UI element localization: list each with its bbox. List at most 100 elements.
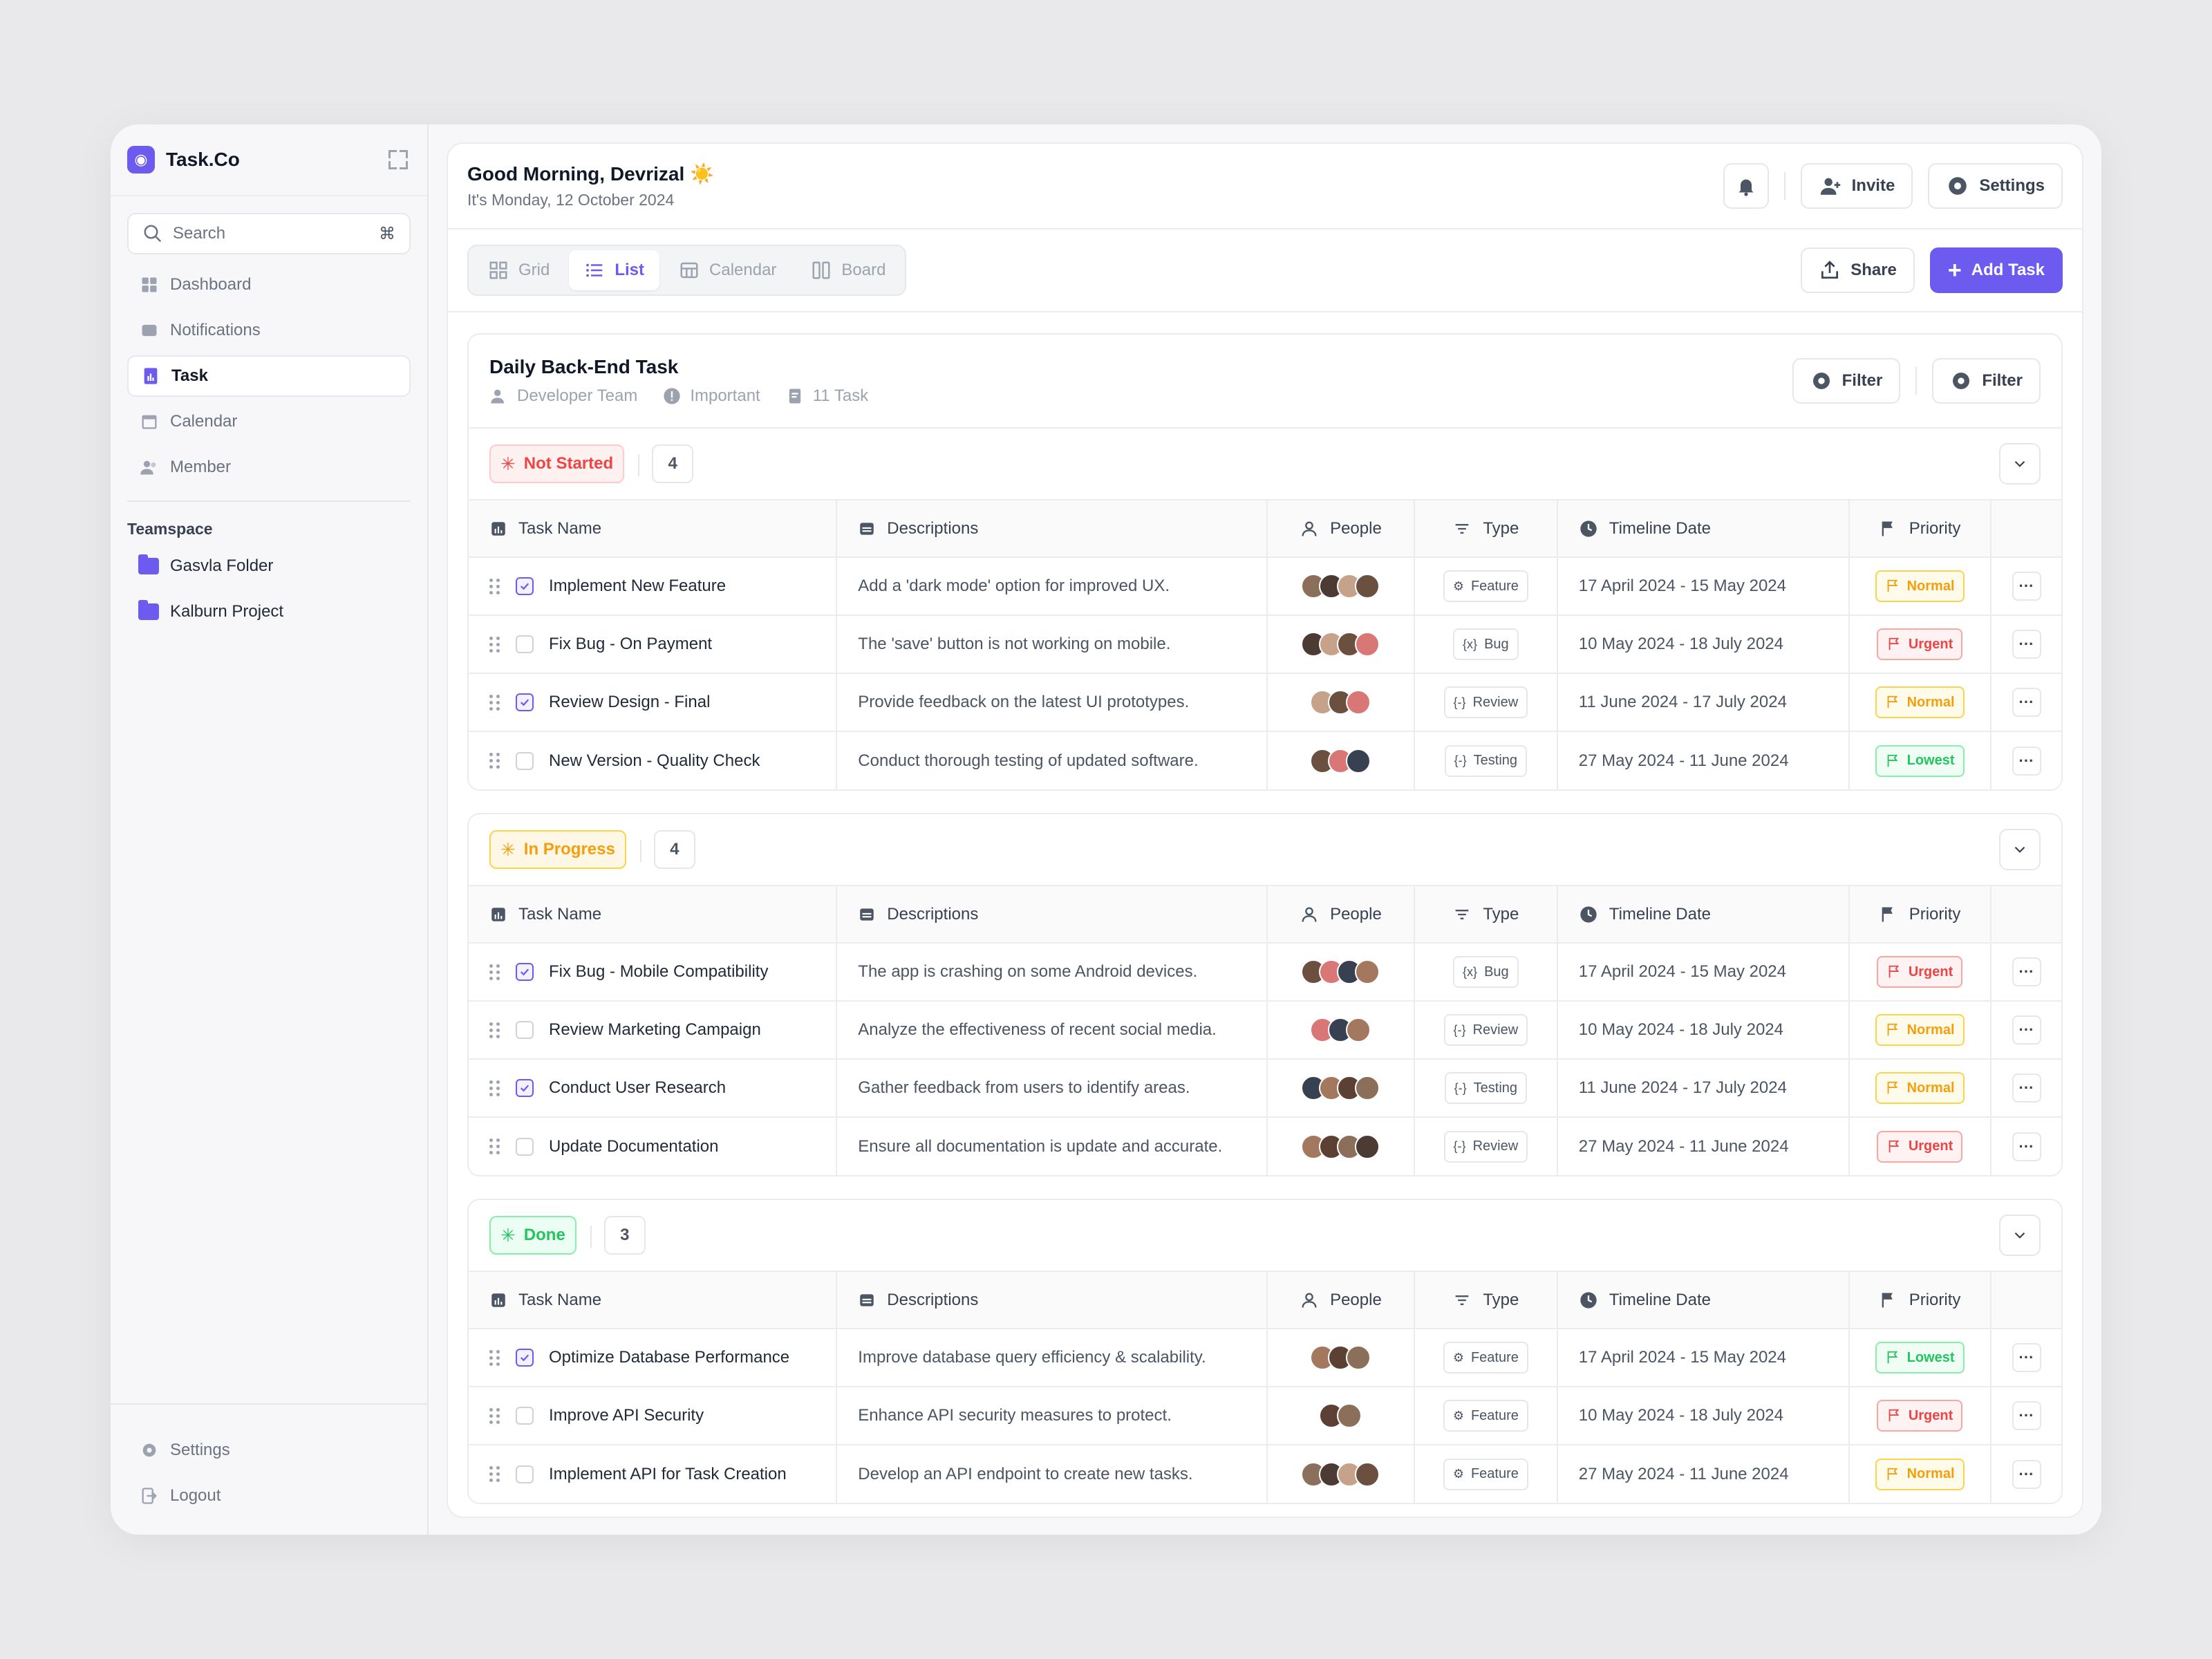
column-header-name[interactable]: Task Name	[469, 1272, 838, 1329]
collapse-button[interactable]	[1999, 1215, 2041, 1256]
sidebar-item-calendar[interactable]: Calendar	[127, 401, 411, 442]
more-options-button[interactable]: ···	[2012, 1074, 2041, 1103]
column-header-timeline[interactable]: Timeline Date	[1557, 1272, 1850, 1329]
share-button[interactable]: Share	[1801, 247, 1915, 293]
task-name[interactable]: Review Marketing Campaign	[549, 1020, 761, 1040]
avatar[interactable]	[1346, 748, 1371, 774]
task-name[interactable]: New Version - Quality Check	[549, 751, 760, 771]
tab-board[interactable]: Board	[796, 250, 901, 290]
column-header-desc[interactable]: Descriptions	[836, 1272, 1268, 1329]
column-header-people[interactable]: People	[1266, 500, 1415, 558]
avatar[interactable]	[1346, 690, 1371, 715]
more-options-button[interactable]: ···	[2012, 1015, 2041, 1044]
task-name[interactable]: Implement New Feature	[549, 577, 726, 596]
notifications-button[interactable]	[1723, 163, 1769, 209]
tab-grid[interactable]: Grid	[473, 250, 565, 290]
column-header-timeline[interactable]: Timeline Date	[1557, 886, 1850, 944]
column-header-type[interactable]: Type	[1414, 886, 1558, 944]
tab-calendar[interactable]: Calendar	[664, 250, 791, 290]
avatar[interactable]	[1355, 1461, 1380, 1487]
column-header-desc[interactable]: Descriptions	[836, 500, 1268, 558]
divider	[1783, 172, 1785, 200]
more-options-button[interactable]: ···	[2012, 1343, 2041, 1372]
drag-handle-icon[interactable]	[489, 964, 500, 980]
column-header-timeline[interactable]: Timeline Date	[1557, 500, 1850, 558]
avatar[interactable]	[1355, 574, 1380, 599]
drag-handle-icon[interactable]	[489, 578, 500, 594]
collapse-button[interactable]	[1999, 443, 2041, 485]
avatar[interactable]	[1346, 1345, 1371, 1370]
drag-handle-icon[interactable]	[489, 636, 500, 653]
task-name[interactable]: Optimize Database Performance	[549, 1348, 789, 1367]
more-options-button[interactable]: ···	[2012, 1459, 2041, 1489]
search-input[interactable]: Search ⌘	[127, 213, 411, 254]
drag-handle-icon[interactable]	[489, 1466, 500, 1482]
invite-button[interactable]: Invite	[1800, 163, 1913, 209]
sidebar-item-member[interactable]: Member	[127, 447, 411, 488]
avatar[interactable]	[1355, 1076, 1380, 1100]
column-header-people[interactable]: People	[1266, 1272, 1415, 1329]
settings-button[interactable]: Settings	[1928, 163, 2063, 209]
column-header-name[interactable]: Task Name	[469, 886, 838, 944]
avatar[interactable]	[1355, 632, 1380, 657]
task-checkbox[interactable]	[516, 1407, 534, 1425]
drag-handle-icon[interactable]	[489, 1080, 500, 1096]
filter-button[interactable]: Filter	[1792, 358, 1901, 404]
task-checkbox[interactable]	[516, 693, 534, 711]
drag-handle-icon[interactable]	[489, 1138, 500, 1154]
task-checkbox[interactable]	[516, 1137, 534, 1156]
drag-handle-icon[interactable]	[489, 1407, 500, 1424]
task-name[interactable]: Review Design - Final	[549, 693, 710, 712]
avatar[interactable]	[1355, 959, 1380, 984]
avatar[interactable]	[1337, 1403, 1362, 1428]
filter-button-2[interactable]: Filter	[1932, 358, 2041, 404]
task-name[interactable]: Update Documentation	[549, 1137, 718, 1156]
sidebar-settings[interactable]: Settings	[127, 1430, 411, 1471]
expand-icon[interactable]	[386, 147, 411, 172]
column-header-name[interactable]: Task Name	[469, 500, 838, 558]
more-options-button[interactable]: ···	[2012, 957, 2041, 986]
more-options-button[interactable]: ···	[2012, 572, 2041, 601]
task-checkbox[interactable]	[516, 1465, 534, 1483]
more-options-button[interactable]: ···	[2012, 1132, 2041, 1161]
drag-handle-icon[interactable]	[489, 1349, 500, 1366]
avatar[interactable]	[1355, 1134, 1380, 1159]
table-row: Update Documentation Ensure all documenta…	[469, 1117, 2061, 1175]
folder-item[interactable]: Gasvla Folder	[127, 545, 411, 587]
task-name[interactable]: Implement API for Task Creation	[549, 1465, 787, 1484]
column-header-priority[interactable]: Priority	[1848, 500, 1991, 558]
avatar[interactable]	[1346, 1018, 1371, 1042]
collapse-button[interactable]	[1999, 829, 2041, 870]
column-header-priority[interactable]: Priority	[1848, 886, 1991, 944]
task-checkbox[interactable]	[516, 1021, 534, 1039]
task-checkbox[interactable]	[516, 1079, 534, 1097]
more-options-button[interactable]: ···	[2012, 1401, 2041, 1430]
task-name[interactable]: Fix Bug - On Payment	[549, 635, 712, 654]
task-name[interactable]: Fix Bug - Mobile Compatibility	[549, 962, 768, 982]
sidebar-item-notifications[interactable]: Notifications	[127, 310, 411, 351]
task-checkbox[interactable]	[516, 1349, 534, 1367]
more-options-button[interactable]: ···	[2012, 688, 2041, 717]
task-checkbox[interactable]	[516, 751, 534, 770]
drag-handle-icon[interactable]	[489, 1022, 500, 1038]
task-name[interactable]: Conduct User Research	[549, 1078, 726, 1098]
column-header-type[interactable]: Type	[1414, 1272, 1558, 1329]
drag-handle-icon[interactable]	[489, 753, 500, 769]
sidebar-logout[interactable]: Logout	[127, 1475, 411, 1517]
column-header-priority[interactable]: Priority	[1848, 1272, 1991, 1329]
more-options-button[interactable]: ···	[2012, 630, 2041, 659]
tab-list[interactable]: List	[569, 250, 660, 290]
column-header-people[interactable]: People	[1266, 886, 1415, 944]
task-checkbox[interactable]	[516, 635, 534, 653]
drag-handle-icon[interactable]	[489, 694, 500, 711]
task-checkbox[interactable]	[516, 963, 534, 981]
add-task-button[interactable]: + Add Task	[1929, 247, 2063, 293]
task-checkbox[interactable]	[516, 577, 534, 595]
task-name[interactable]: Improve API Security	[549, 1406, 704, 1425]
column-header-desc[interactable]: Descriptions	[836, 886, 1268, 944]
more-options-button[interactable]: ···	[2012, 746, 2041, 776]
sidebar-item-task[interactable]: Task	[127, 355, 411, 397]
folder-item[interactable]: Kalburn Project	[127, 591, 411, 632]
sidebar-item-dashboard[interactable]: Dashboard	[127, 264, 411, 306]
column-header-type[interactable]: Type	[1414, 500, 1558, 558]
